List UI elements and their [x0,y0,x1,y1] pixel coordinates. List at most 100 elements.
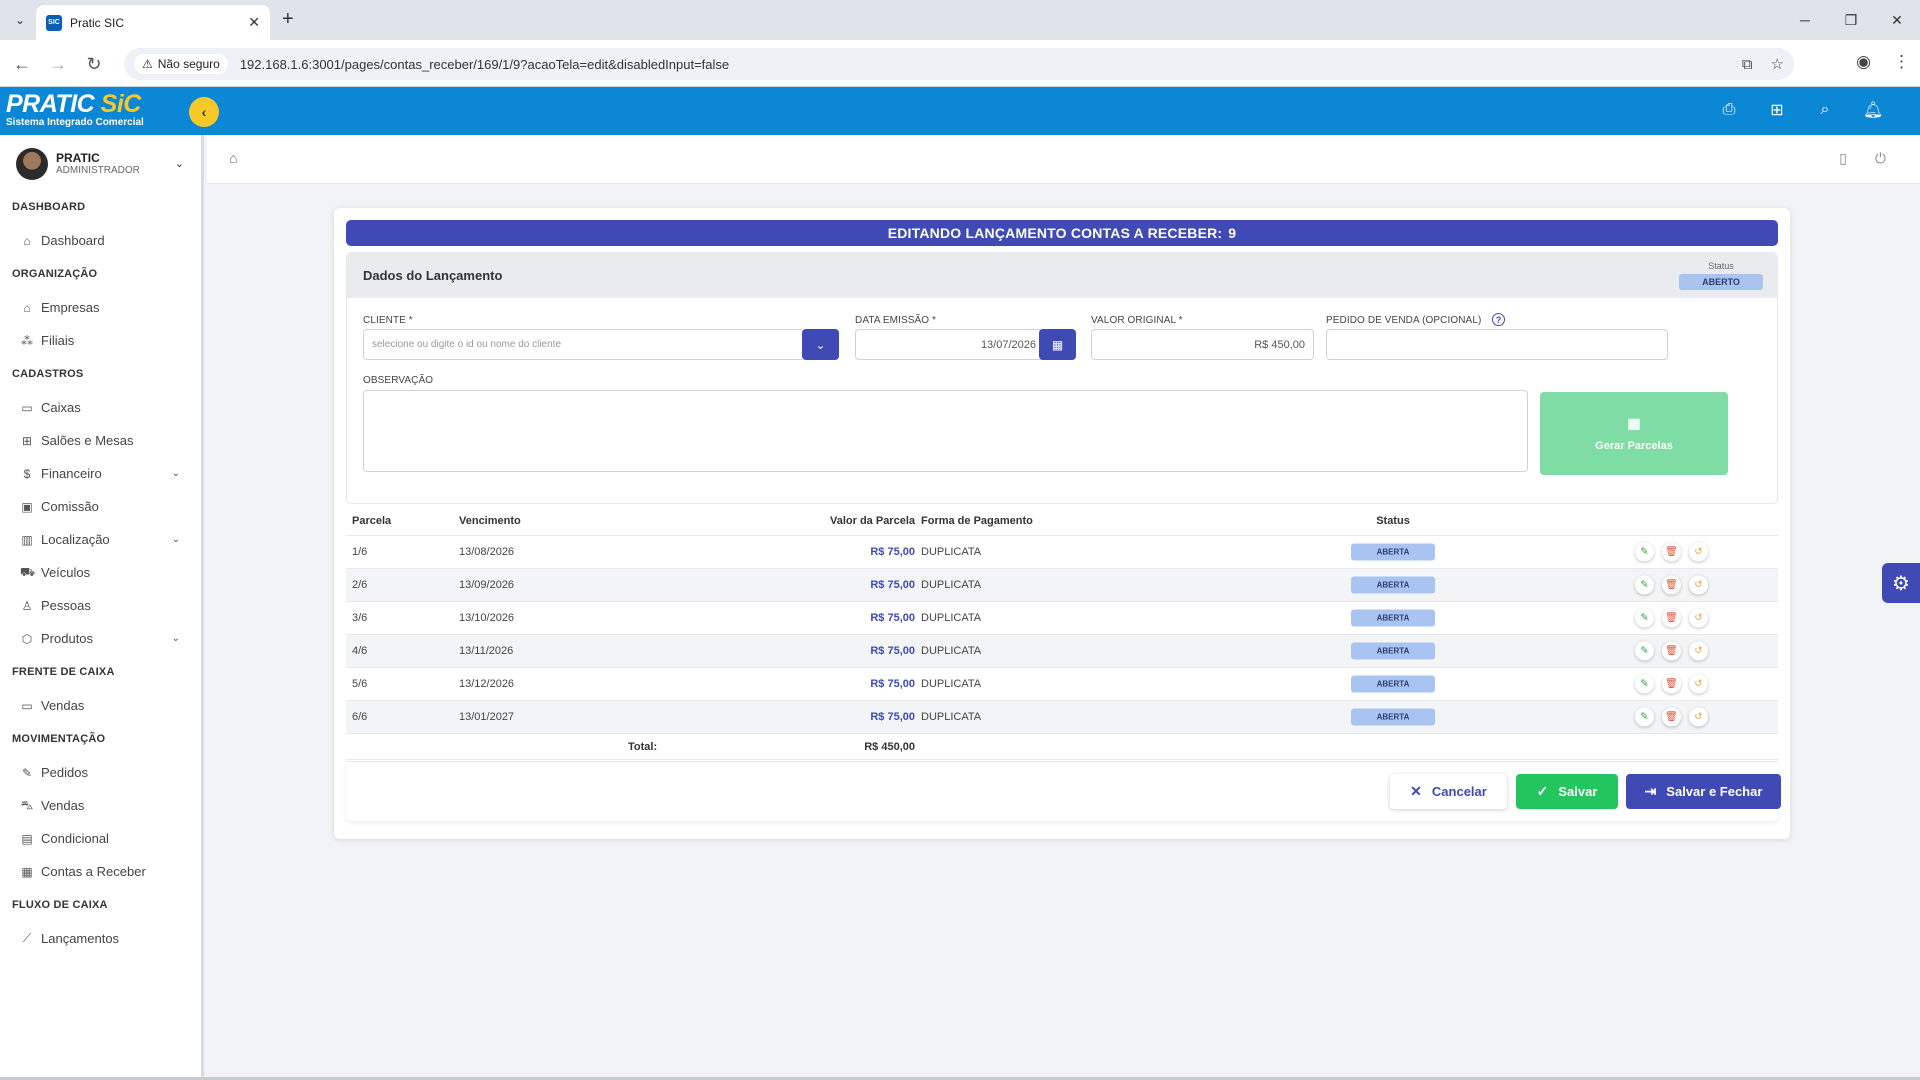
sidebar-item-caixas[interactable]: ▭ Caixas [0,391,200,424]
trash-icon[interactable]: 🗑︎ [1662,707,1681,727]
cell-valor: R$ 75,00 [870,645,915,657]
header-actions: ⎙ ⊞ ⌕ 🔔︎ [1718,99,1884,121]
star-icon[interactable]: ☆ [1771,55,1784,73]
col-status: Status [1376,514,1410,527]
cart-icon: ⛍ [20,797,34,812]
trash-icon[interactable]: 🗑︎ [1662,542,1681,562]
pencil-icon[interactable]: ✎ [1635,641,1654,661]
undo-icon[interactable]: ↺ [1689,608,1708,628]
close-window-icon[interactable]: ✕ [1874,0,1920,40]
money-icon: ▣ [21,499,33,514]
printer-icon[interactable]: ⎙ [1718,99,1740,121]
save-button[interactable]: ✓ Salvar [1516,774,1618,809]
table-row: 5/6 13/12/2026 R$ 75,00 DUPLICATA ABERTA ✎ 🗑︎ ↺ [346,668,1778,701]
cell-status: ABERTA [1351,609,1435,627]
bell-icon[interactable]: 🔔︎ [1862,99,1884,121]
close-icon[interactable]: ✕ [248,14,260,31]
restore-icon[interactable]: ❐ [1828,0,1874,40]
chevron-left-icon: ‹ [201,104,207,120]
back-arrow-icon[interactable]: ← [10,53,34,75]
sidebar-item-produtos[interactable]: ⬡ Produtos ⌄ [0,622,200,655]
col-parcela: Parcela [352,514,392,527]
logo[interactable]: PRATIC SiC Sistema Integrado Comercial [6,91,144,129]
collapse-sidebar-button[interactable]: ‹ [189,97,219,127]
status-block: Status ABERTO [1679,261,1763,290]
cliente-input[interactable]: selecione ou digite o id ou nome do clie… [363,329,805,360]
reload-icon[interactable]: ↻ [82,53,106,75]
tab-search-button[interactable]: ⌄ [8,8,32,32]
sidebar-item-contas-a-receber[interactable]: ▦ Contas a Receber [0,855,200,888]
save-and-close-button[interactable]: ⇥ Salvar e Fechar [1626,774,1781,809]
forward-arrow-icon[interactable]: → [46,53,70,75]
gerar-parcelas-button[interactable]: ▦ Gerar Parcelas [1540,392,1728,475]
undo-icon[interactable]: ↺ [1689,674,1708,694]
security-chip[interactable]: ⚠ Não seguro [134,54,228,74]
pencil-icon[interactable]: ✎ [1635,674,1654,694]
status-badge: ABERTA [1351,708,1435,726]
minimize-icon[interactable]: ─ [1782,0,1828,40]
calendar-button[interactable]: ▦ [1039,329,1076,360]
user-menu[interactable]: PRATIC ADMINISTRADOR ⌄ [16,145,188,183]
trash-icon[interactable]: 🗑︎ [1662,674,1681,694]
search-icon[interactable]: ⌕ [1814,99,1836,121]
cliente-dropdown-button[interactable]: ⌄ [802,329,839,360]
new-tab-button[interactable]: + [282,8,294,30]
sidebar-item-localização[interactable]: ▥ Localização ⌄ [0,523,200,556]
pencil-icon[interactable]: ✎ [1635,575,1654,595]
page-title-text: EDITANDO LANÇAMENTO CONTAS A RECEBER: [887,225,1223,241]
trash-icon[interactable]: 🗑︎ [1662,575,1681,595]
undo-icon[interactable]: ↺ [1689,641,1708,661]
document-icon[interactable]: ▯ [1839,150,1847,167]
help-icon[interactable]: ? [1492,313,1505,326]
apps-grid-icon[interactable]: ⊞ [1766,99,1788,121]
trash-icon[interactable]: 🗑︎ [1662,608,1681,628]
save-label: Salvar [1558,784,1598,799]
calendar-icon: ▦ [1051,337,1064,352]
pencil-icon[interactable]: ✎ [1635,707,1654,727]
sidebar-item-veículos[interactable]: ⛟ Veículos [0,556,200,589]
app-header: PRATIC SiC Sistema Integrado Comercial ‹… [0,87,1920,135]
valor-original-input[interactable]: R$ 450,00 [1091,329,1314,360]
sidebar-item-empresas[interactable]: ⌂ Empresas [0,291,200,324]
sidebar-item-filiais[interactable]: ⁂ Filiais [0,324,200,357]
pencil-icon[interactable]: ✎ [1635,608,1654,628]
sidebar-item-condicional[interactable]: ▤ Condicional [0,822,200,855]
translate-icon[interactable]: ⧉ [1742,56,1753,73]
browser-tab[interactable]: SIC Pratic SIC ✕ [36,5,270,40]
sidebar-item-vendas[interactable]: ▭ Vendas [0,689,200,722]
url-text[interactable]: 192.168.1.6:3001/pages/contas_receber/16… [240,57,1724,72]
sidebar-item-lançamentos[interactable]: ⟋ Lançamentos [0,922,200,955]
sidebar-item-pessoas[interactable]: ♙ Pessoas [0,589,200,622]
kebab-menu-icon[interactable]: ⋮ [1893,52,1910,72]
settings-gear-button[interactable]: ⚙ [1882,563,1920,603]
record-number: 9 [1228,225,1237,241]
status-badge: ABERTO [1679,274,1763,290]
row-actions: ✎ 🗑︎ ↺ [1635,608,1708,628]
data-emissao-input[interactable]: 13/07/2026 [855,329,1045,360]
sidebar-item-vendas[interactable]: ⛍ Vendas [0,789,200,822]
observacao-textarea[interactable] [363,390,1528,472]
sidebar-item-comissão[interactable]: ▣ Comissão [0,490,200,523]
favicon-icon: SIC [46,14,62,31]
undo-icon[interactable]: ↺ [1689,542,1708,562]
security-label: Não seguro [157,57,220,71]
sidebar-item-salões-e-mesas[interactable]: ⊞ Salões e Mesas [0,424,200,457]
undo-icon[interactable]: ↺ [1689,707,1708,727]
trash-icon[interactable]: 🗑︎ [1662,641,1681,661]
pedido-venda-input[interactable] [1326,329,1668,360]
sidebar: PRATIC ADMINISTRADOR ⌄ DASHBOARD ⌂ Dashboa… [0,135,204,1080]
cancel-button[interactable]: ✕ Cancelar [1390,774,1507,809]
pencil-icon[interactable]: ✎ [1635,542,1654,562]
sidebar-item-pedidos[interactable]: ✎ Pedidos [0,756,200,789]
profile-icon[interactable]: ◉ [1856,52,1871,72]
browser-tab-bar: ⌄ SIC Pratic SIC ✕ + ─ ❐ ✕ [0,0,1920,40]
home-icon[interactable]: ⌂ [229,150,237,166]
top-right-actions: ▯ ⏻ [1839,150,1886,167]
sidebar-item-dashboard[interactable]: ⌂ Dashboard [0,224,200,257]
power-icon[interactable]: ⏻ [1875,150,1886,167]
undo-icon[interactable]: ↺ [1689,575,1708,595]
address-bar[interactable]: ⚠ Não seguro 192.168.1.6:3001/pages/cont… [124,48,1794,80]
cell-valor: R$ 75,00 [870,711,915,723]
sidebar-item-financeiro[interactable]: $ Financeiro ⌄ [0,457,200,490]
cell-valor: R$ 75,00 [870,546,915,558]
